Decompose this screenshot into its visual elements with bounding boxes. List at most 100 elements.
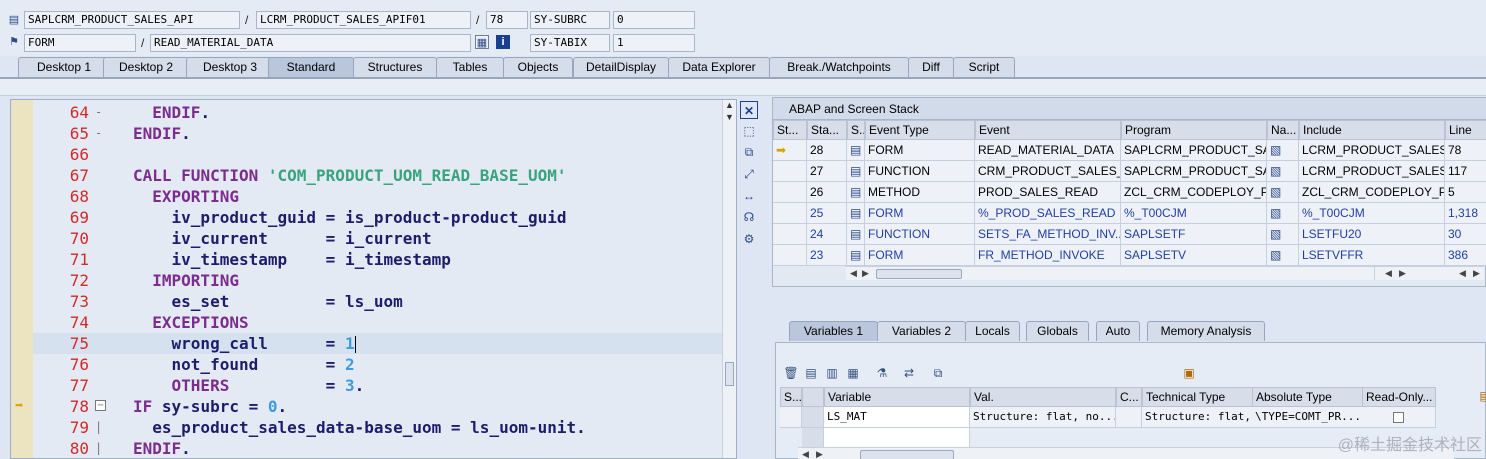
stack-cell[interactable]: LSETVFFR (1299, 245, 1445, 266)
code-line[interactable]: 71 iv_timestamp = i_timestamp (33, 249, 723, 270)
scroll-up-icon[interactable]: ▲ (725, 100, 734, 110)
row-selector[interactable] (802, 407, 824, 428)
stack-cell[interactable]: FUNCTION (865, 224, 975, 245)
stack-cell[interactable]: 117 (1445, 161, 1486, 182)
current-frame-marker[interactable]: ➡ (773, 140, 807, 161)
scroll-down-icon[interactable]: ▼ (725, 112, 734, 122)
swap-tool-icon[interactable]: ⧉ (740, 143, 758, 161)
variable-cell[interactable]: Structure: flat, no... (970, 407, 1116, 428)
scroll-left-icon[interactable]: ◀ (1385, 267, 1392, 280)
stack-cell[interactable]: 5 (1445, 182, 1486, 203)
stack-cell[interactable]: ZCL_CRM_CODEPLOY_P... (1299, 182, 1445, 203)
save-icon[interactable]: ▣ (1180, 364, 1198, 382)
read-only-checkbox[interactable] (1362, 407, 1436, 428)
tab-break-watchpoints[interactable]: Break./Watchpoints (769, 57, 909, 77)
column-header[interactable]: Na... (1267, 120, 1299, 140)
variable-cell[interactable]: \TYPE=COMT_PR... (1252, 407, 1364, 428)
scroll-thumb[interactable] (725, 362, 734, 386)
scroll-right-icon[interactable]: ▶ (1399, 267, 1406, 280)
scroll-left-icon[interactable]: ◀ (1459, 267, 1466, 280)
code-line[interactable]: 68 EXPORTING (33, 186, 723, 207)
variable-cell[interactable] (1116, 407, 1142, 428)
code-line[interactable]: 64- ENDIF. (33, 102, 723, 123)
frame-type-icon[interactable]: ▤ (847, 140, 865, 161)
stack-cell[interactable]: READ_MATERIAL_DATA (975, 140, 1121, 161)
delete-icon[interactable]: 🗑 (782, 364, 800, 382)
stack-cell[interactable]: 78 (1445, 140, 1486, 161)
column-header[interactable]: Sta... (807, 120, 847, 140)
column-header[interactable]: Variable (824, 387, 970, 407)
export-icon[interactable]: ▦ (844, 364, 862, 382)
scroll-left-icon[interactable]: ◀ (850, 267, 857, 280)
event-type-field[interactable]: FORM (24, 34, 136, 52)
stack-cell[interactable]: 24 (807, 224, 847, 245)
current-frame-marker[interactable] (773, 224, 807, 245)
scroll-thumb[interactable] (876, 269, 962, 279)
new-tool-icon[interactable]: ⬚ (740, 122, 758, 140)
collapse-icon[interactable]: − (95, 400, 106, 411)
tab-variables-2[interactable]: Variables 2 (877, 321, 966, 341)
stack-cell[interactable]: SAPLCRM_PRODUCT_SA... (1121, 161, 1267, 182)
stack-cell[interactable]: CRM_PRODUCT_SALES_... (975, 161, 1121, 182)
code-line[interactable]: 66 (33, 144, 723, 165)
append-row-icon[interactable]: ▥ (823, 364, 841, 382)
maximize-icon[interactable]: ⤢ (740, 165, 758, 183)
code-line[interactable]: 70 iv_current = i_current (33, 228, 723, 249)
column-header[interactable]: Line (1445, 120, 1486, 140)
stack-cell[interactable]: FORM (865, 245, 975, 266)
tab-structures[interactable]: Structures (353, 57, 437, 77)
tab-script[interactable]: Script (953, 57, 1015, 77)
tab-globals[interactable]: Globals (1026, 321, 1089, 341)
navigate-icon[interactable]: ▧ (1267, 161, 1299, 182)
column-header[interactable]: C... (1116, 387, 1142, 407)
stack-cell[interactable]: FUNCTION (865, 161, 975, 182)
insert-row-icon[interactable]: ▤ (802, 364, 820, 382)
frame-type-icon[interactable]: ▤ (847, 161, 865, 182)
tab-auto[interactable]: Auto (1096, 321, 1140, 341)
column-header[interactable]: Event (975, 120, 1121, 140)
frame-type-icon[interactable]: ▤ (847, 182, 865, 203)
new-variable-input[interactable] (824, 428, 970, 449)
stack-cell[interactable]: PROD_SALES_READ (975, 182, 1121, 203)
row-selector-header[interactable] (802, 387, 824, 407)
stack-cell[interactable]: SAPLSETV (1121, 245, 1267, 266)
column-header[interactable]: S... (780, 387, 802, 407)
column-header[interactable]: Technical Type (1142, 387, 1254, 407)
code-line[interactable]: 72 IMPORTING (33, 270, 723, 291)
column-header[interactable]: Event Type (865, 120, 975, 140)
code-vertical-scrollbar[interactable]: ▲ ▼ (722, 100, 736, 458)
variable-cell[interactable]: Structure: flat, no... (1142, 407, 1254, 428)
tab-locals[interactable]: Locals (965, 321, 1020, 341)
tab-desktop-1[interactable]: Desktop 1 (18, 57, 110, 77)
services-icon[interactable]: ☊ (740, 208, 758, 226)
navigate-icon[interactable]: ▧ (1267, 203, 1299, 224)
source-code-editor[interactable]: 64- ENDIF. 65- ENDIF. 66 67 CALL FUNCTION 'CO… (10, 99, 737, 459)
program-field[interactable]: SAPLCRM_PRODUCT_SALES_API (24, 11, 240, 29)
stack-cell[interactable]: 23 (807, 245, 847, 266)
scroll-right-icon[interactable]: ▶ (1473, 267, 1480, 280)
variable-cell[interactable] (780, 407, 802, 428)
stack-cell[interactable]: 27 (807, 161, 847, 182)
navigate-icon[interactable]: ▧ (1267, 140, 1299, 161)
tab-objects[interactable]: Objects (503, 57, 573, 77)
stack-cell[interactable]: %_PROD_SALES_READ (975, 203, 1121, 224)
frame-type-icon[interactable]: ▤ (847, 245, 865, 266)
tab-detail-display[interactable]: DetailDisplay (573, 57, 669, 77)
frame-type-icon[interactable]: ▤ (847, 203, 865, 224)
code-line[interactable]: 65- ENDIF. (33, 123, 723, 144)
stack-cell[interactable]: LCRM_PRODUCT_SALES... (1299, 140, 1445, 161)
code-line[interactable]: 76 not_found = 2 (33, 354, 723, 375)
transfer-icon[interactable]: ⇄ (900, 364, 918, 382)
event-field[interactable]: READ_MATERIAL_DATA (150, 34, 471, 52)
navigate-icon[interactable]: ▧ (1267, 245, 1299, 266)
stack-cell[interactable]: LSETFU20 (1299, 224, 1445, 245)
variable-name-input[interactable]: LS_MAT (824, 407, 970, 428)
stack-cell[interactable]: LCRM_PRODUCT_SALES... (1299, 161, 1445, 182)
stack-cell[interactable]: FR_METHOD_INVOKE (975, 245, 1121, 266)
stack-cell[interactable]: %_T00CJM (1121, 203, 1267, 224)
column-header[interactable]: Include (1299, 120, 1445, 140)
current-frame-marker[interactable] (773, 161, 807, 182)
tab-variables-1[interactable]: Variables 1 (789, 321, 878, 341)
stack-right-scrollbar[interactable]: ◀ ▶ ◀ ▶ (1374, 266, 1484, 280)
settings-icon[interactable]: ⚙ (740, 230, 758, 248)
